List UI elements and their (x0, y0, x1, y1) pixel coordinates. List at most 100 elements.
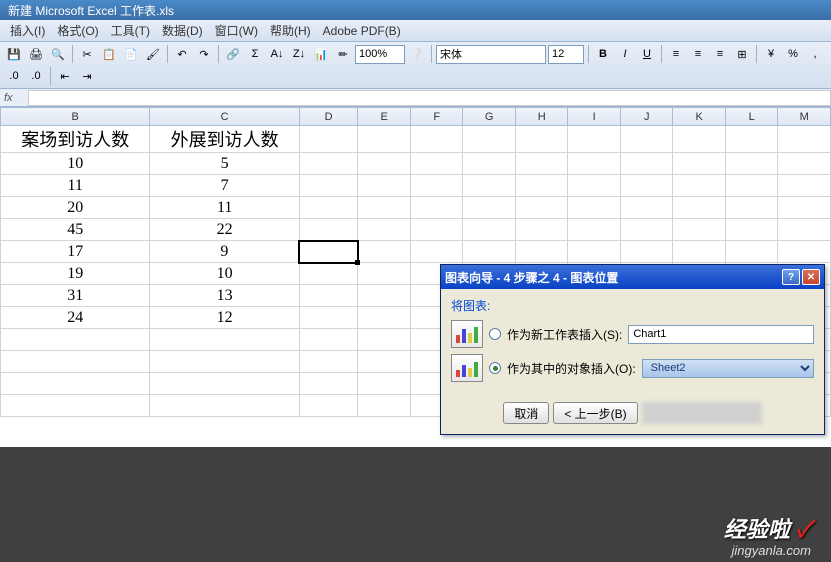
save-icon[interactable]: 💾 (4, 44, 24, 64)
chart-wizard-icon[interactable]: 📊 (311, 44, 331, 64)
decrease-indent-icon[interactable]: ⇤ (55, 66, 75, 86)
cell[interactable]: 5 (150, 153, 299, 175)
col-header-M[interactable]: M (778, 108, 831, 126)
increase-decimal-icon[interactable]: .0 (4, 66, 24, 86)
dialog-title-bar[interactable]: 图表向导 - 4 步骤之 4 - 图表位置 ? ✕ (441, 265, 824, 289)
cell[interactable] (358, 285, 411, 307)
print-icon[interactable]: 🖨 (26, 44, 46, 64)
cell[interactable] (673, 175, 726, 197)
col-header-C[interactable]: C (150, 108, 299, 126)
font-name-input[interactable] (436, 45, 546, 64)
cell[interactable] (463, 175, 516, 197)
cell[interactable] (410, 219, 463, 241)
comma-icon[interactable]: , (805, 44, 825, 64)
cell[interactable] (358, 153, 411, 175)
cell[interactable]: 9 (150, 241, 299, 263)
cell[interactable] (463, 219, 516, 241)
col-header-G[interactable]: G (463, 108, 516, 126)
cell[interactable]: 12 (150, 307, 299, 329)
cell[interactable] (299, 126, 358, 153)
cell[interactable] (299, 373, 358, 395)
cell[interactable] (725, 175, 778, 197)
cell[interactable] (1, 373, 150, 395)
cell[interactable] (150, 329, 299, 351)
cell[interactable] (463, 241, 516, 263)
menu-format[interactable]: 格式(O) (51, 20, 104, 41)
cell[interactable] (410, 241, 463, 263)
cell[interactable] (515, 153, 568, 175)
cell[interactable] (620, 126, 673, 153)
cell[interactable] (410, 197, 463, 219)
cut-icon[interactable]: ✂ (77, 44, 97, 64)
decrease-decimal-icon[interactable]: .0 (26, 66, 46, 86)
cell[interactable] (358, 219, 411, 241)
cell[interactable]: 7 (150, 175, 299, 197)
menu-insert[interactable]: 插入(I) (4, 20, 51, 41)
menu-data[interactable]: 数据(D) (156, 20, 209, 41)
align-right-icon[interactable]: ≡ (710, 44, 730, 64)
cell[interactable] (463, 153, 516, 175)
currency-icon[interactable]: ¥ (761, 44, 781, 64)
col-header-B[interactable]: B (1, 108, 150, 126)
cell[interactable] (568, 197, 621, 219)
cell[interactable] (778, 219, 831, 241)
cell[interactable] (620, 175, 673, 197)
cell[interactable] (150, 395, 299, 417)
col-header-F[interactable]: F (410, 108, 463, 126)
menu-tools[interactable]: 工具(T) (105, 20, 156, 41)
cell[interactable] (1, 351, 150, 373)
target-sheet-select[interactable]: Sheet2 (642, 359, 814, 378)
col-header-L[interactable]: L (725, 108, 778, 126)
formula-input[interactable] (28, 90, 831, 106)
cell[interactable] (620, 219, 673, 241)
col-header-E[interactable]: E (358, 108, 411, 126)
cell[interactable] (1, 395, 150, 417)
cell[interactable] (299, 351, 358, 373)
cell[interactable] (358, 329, 411, 351)
cell[interactable]: 22 (150, 219, 299, 241)
cell[interactable] (299, 153, 358, 175)
col-header-J[interactable]: J (620, 108, 673, 126)
cell[interactable] (673, 126, 726, 153)
align-left-icon[interactable]: ≡ (666, 44, 686, 64)
cell[interactable] (568, 153, 621, 175)
back-button[interactable]: < 上一步(B) (553, 402, 637, 424)
cell[interactable] (299, 307, 358, 329)
cell[interactable]: 20 (1, 197, 150, 219)
cell[interactable] (299, 197, 358, 219)
cell[interactable]: 45 (1, 219, 150, 241)
cell[interactable] (515, 175, 568, 197)
cell[interactable] (410, 153, 463, 175)
cell[interactable] (358, 307, 411, 329)
new-sheet-name-input[interactable] (628, 325, 814, 344)
cell[interactable] (358, 395, 411, 417)
undo-icon[interactable]: ↶ (172, 44, 192, 64)
italic-button[interactable]: I (615, 44, 635, 64)
cell[interactable] (515, 197, 568, 219)
menu-window[interactable]: 窗口(W) (209, 20, 264, 41)
cell[interactable] (673, 219, 726, 241)
cell[interactable] (725, 197, 778, 219)
cell[interactable] (673, 153, 726, 175)
cell[interactable]: 11 (1, 175, 150, 197)
cell[interactable] (358, 126, 411, 153)
cell[interactable] (568, 175, 621, 197)
hyperlink-icon[interactable]: 🔗 (223, 44, 243, 64)
cell[interactable] (299, 395, 358, 417)
radio-new-sheet[interactable] (489, 328, 501, 340)
sort-desc-icon[interactable]: Z↓ (289, 44, 309, 64)
cell[interactable] (515, 219, 568, 241)
cell[interactable] (150, 373, 299, 395)
drawing-icon[interactable]: ✏ (333, 44, 353, 64)
cell[interactable] (725, 126, 778, 153)
cell[interactable] (358, 263, 411, 285)
cell[interactable] (463, 126, 516, 153)
radio-as-object[interactable] (489, 362, 501, 374)
cell[interactable] (673, 241, 726, 263)
cell[interactable] (463, 197, 516, 219)
cell[interactable]: 17 (1, 241, 150, 263)
increase-indent-icon[interactable]: ⇥ (77, 66, 97, 86)
underline-button[interactable]: U (637, 44, 657, 64)
col-header-I[interactable]: I (568, 108, 621, 126)
cell[interactable] (778, 175, 831, 197)
